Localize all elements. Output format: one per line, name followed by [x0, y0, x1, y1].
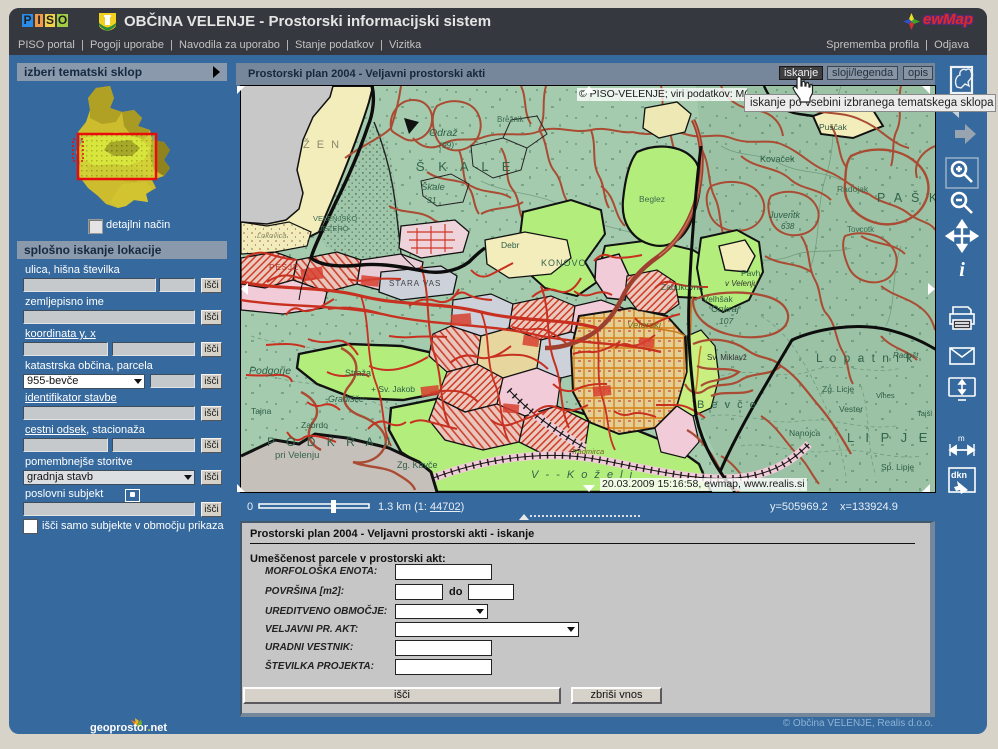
svg-text:Lokovica: Lokovica: [257, 231, 287, 240]
svg-text:107: 107: [719, 316, 733, 326]
svg-text:Vester: Vester: [839, 404, 863, 414]
svg-text:Zabrdo: Zabrdo: [301, 420, 328, 430]
svg-text:31: 31: [427, 195, 437, 205]
svg-text:Radojak: Radojak: [837, 184, 869, 194]
svg-text:Odraž: Odraž: [429, 127, 458, 139]
svg-text:-Gradišče-: -Gradišče-: [325, 394, 367, 404]
svg-text:Zg. Licje: Zg. Licje: [822, 384, 854, 394]
svg-text:Sv. Miklavž: Sv. Miklavž: [707, 353, 747, 362]
svg-text:Sp. Lipje: Sp. Lipje: [881, 462, 914, 472]
svg-text:Puščak: Puščak: [819, 122, 848, 132]
svg-text:Juventk: Juventk: [768, 210, 801, 220]
svg-text:Brežnik: Brežnik: [497, 115, 525, 124]
svg-text:Straža: Straža: [345, 368, 371, 378]
svg-text:Debr: Debr: [501, 240, 520, 250]
svg-text:P O D K R A J: P O D K R A J: [267, 435, 394, 449]
svg-text:Beglez: Beglez: [639, 194, 665, 204]
svg-text:Podgorje: Podgorje: [249, 365, 291, 377]
svg-text:Zabukovna: Zabukovna: [661, 282, 703, 292]
svg-text:Zg. Kavče: Zg. Kavče: [397, 460, 438, 470]
svg-text:PEŠJE: PEŠJE: [269, 263, 299, 272]
svg-text:Škale: Škale: [421, 182, 445, 193]
svg-text:Nanojca: Nanojca: [789, 428, 820, 438]
svg-text:(99): (99): [439, 140, 454, 150]
svg-text:Š K A L E: Š K A L E: [416, 159, 515, 174]
svg-text:Kovaček: Kovaček: [760, 154, 795, 164]
svg-text:JEZERO: JEZERO: [319, 224, 349, 233]
svg-text:Radošt: Radošt: [893, 351, 919, 360]
svg-text:+ Sv. Jakob: + Sv. Jakob: [371, 384, 415, 394]
svg-text:Ž E N: Ž E N: [303, 138, 341, 151]
svg-text:i: i: [959, 259, 965, 281]
svg-text:Tajšl: Tajšl: [917, 409, 932, 418]
svg-text:Velhšak: Velhšak: [703, 294, 734, 304]
svg-text:Tovcotk: Tovcotk: [847, 225, 875, 234]
svg-text:pri Velenju: pri Velenju: [275, 450, 319, 461]
svg-text:STARA VAS: STARA VAS: [389, 279, 441, 288]
svg-text:Onkraj: Onkraj: [711, 304, 740, 315]
svg-text:dkn: dkn: [951, 470, 967, 480]
svg-text:638: 638: [781, 222, 795, 231]
svg-text:Tajna: Tajna: [251, 406, 272, 416]
svg-text:Pavh: Pavh: [741, 268, 761, 278]
svg-text:L I P J E: L I P J E: [847, 430, 931, 445]
svg-text:P A Š K I: P A Š K I: [877, 190, 935, 205]
svg-text:m: m: [958, 434, 965, 443]
svg-text:Trädmirca: Trädmirca: [571, 447, 604, 456]
svg-text:VELENJSKO: VELENJSKO: [313, 214, 357, 223]
svg-text:KONOVO: KONOVO: [541, 258, 587, 268]
svg-text:Veterski: Veterski: [627, 320, 662, 331]
svg-text:Vihes: Vihes: [876, 391, 895, 400]
svg-text:v Velenju: v Velenju: [725, 279, 758, 288]
svg-text:B e v č e: B e v č e: [697, 399, 758, 411]
